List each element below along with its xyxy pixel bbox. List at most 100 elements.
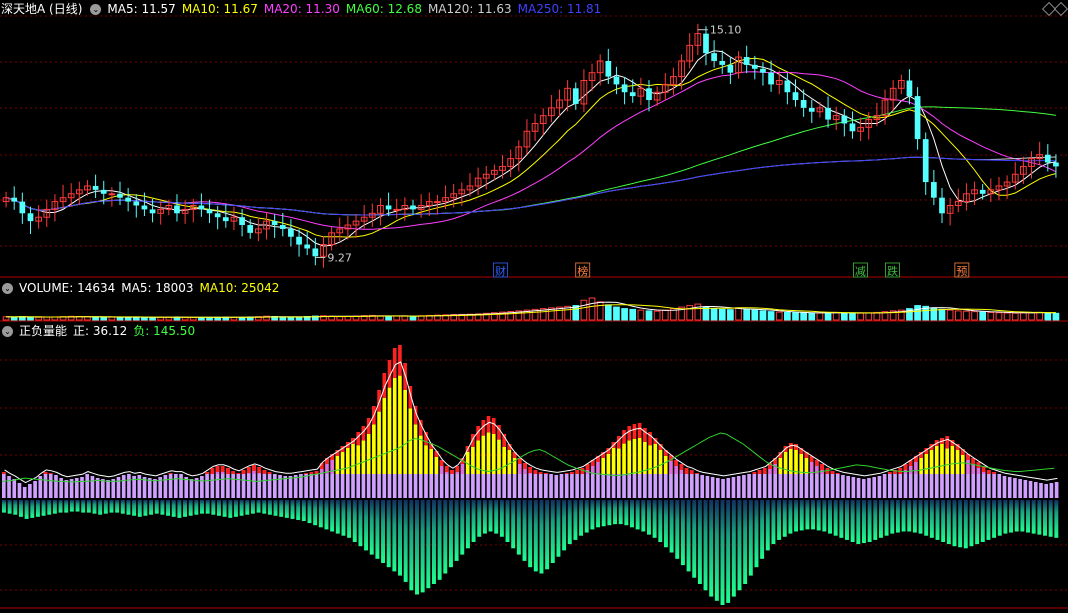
negative-bar [777, 500, 782, 540]
low-price-label: 9.27 [327, 251, 352, 264]
positive-base-bar [580, 474, 585, 498]
ma5-legend: MA5: 11.57 [107, 2, 176, 16]
negative-bar [929, 500, 934, 538]
negative-bar [607, 500, 612, 526]
positive-base-bar [236, 474, 241, 498]
stock-chart-canvas: 15.10 9.27 财 榜 减 跌 预 [0, 15, 1068, 609]
positive-base-bar [439, 474, 444, 498]
negative-bar [488, 500, 493, 532]
positive-mid-bar [643, 442, 647, 474]
positive-base-bar [491, 474, 496, 498]
negative-bar [324, 500, 329, 530]
volume-bar [987, 311, 995, 321]
negative-bar [290, 500, 295, 519]
positive-base-bar [252, 474, 256, 498]
candle-body [222, 217, 229, 222]
volume-bar [735, 307, 742, 321]
positive-base-bar [648, 474, 652, 498]
negative-bar [743, 500, 748, 584]
positive-base-bar [606, 474, 611, 498]
candle-body [141, 205, 148, 210]
positive-base-bar [293, 475, 298, 498]
negative-bar [115, 500, 120, 513]
positive-top-bar [257, 467, 262, 473]
positive-top-bar [241, 470, 246, 474]
candle-body [206, 209, 213, 214]
negative-bar [675, 500, 680, 559]
candle-body [906, 80, 913, 97]
negative-bar [624, 500, 629, 526]
negative-bar [330, 500, 335, 532]
positive-base-bar [919, 474, 923, 498]
negative-bar [941, 500, 946, 542]
negative-bar [901, 500, 906, 532]
candle-body [825, 107, 831, 120]
positive-base-bar [413, 474, 418, 498]
positive-base-bar [1018, 479, 1022, 498]
positive-top-bar [304, 473, 308, 474]
negative-bar [590, 500, 595, 530]
negative-bar [788, 500, 793, 534]
negative-bar [194, 500, 199, 515]
candle-body [296, 236, 302, 245]
candle-body [760, 68, 766, 73]
positive-base-bar [960, 474, 965, 498]
negative-bar [828, 500, 832, 534]
negative-bar [539, 500, 544, 574]
candle-body [784, 80, 791, 93]
volume-bar [100, 316, 108, 321]
positive-base-bar [481, 474, 486, 498]
negative-bar [431, 500, 436, 584]
positive-base-bar [528, 474, 533, 498]
positive-top-bar [439, 460, 444, 466]
volume-bar [385, 315, 392, 321]
volume-bar [43, 316, 51, 321]
candle-body [198, 205, 205, 210]
positive-base-bar [820, 474, 824, 498]
volume-bar [775, 311, 783, 321]
positive-base-bar [85, 474, 90, 498]
positive-base-bar [966, 474, 970, 498]
negative-bar [228, 500, 233, 518]
collapse-circle-icon[interactable]: ⌄ [2, 325, 13, 337]
candle-body [849, 123, 856, 132]
negative-bar [58, 500, 63, 513]
event-marker-label: 财 [495, 264, 506, 278]
negative-bar [482, 500, 487, 534]
volume-bar [604, 304, 612, 321]
negative-bar [969, 500, 974, 547]
positive-mid-bar [471, 446, 475, 474]
negative-bar [250, 500, 255, 514]
positive-mid-bar [382, 398, 387, 474]
positive-base-bar [517, 474, 522, 498]
negative-bar [709, 500, 714, 597]
negative-bar [166, 500, 171, 516]
positive-mid-bar [398, 375, 402, 474]
positive-top-bar [528, 467, 533, 473]
positive-top-bar [252, 465, 256, 471]
positive-base-bar [757, 474, 762, 498]
collapse-circle-icon[interactable]: ⌄ [90, 3, 102, 15]
positive-base-bar [356, 474, 361, 498]
volume-bar [393, 315, 401, 321]
positive-base-bar [674, 474, 678, 498]
negative-bar [86, 500, 91, 513]
positive-top-bar [835, 473, 840, 474]
positive-base-bar [137, 475, 142, 498]
negative-bar [103, 500, 108, 514]
negative-bar [494, 500, 499, 534]
positive-top-bar [168, 473, 173, 474]
volume-bar [824, 312, 832, 321]
negative-bar [499, 500, 504, 537]
positive-base-bar [788, 474, 793, 498]
negative-bar [52, 500, 57, 514]
volume-bar [613, 306, 620, 321]
positive-base-bar [955, 474, 960, 498]
positive-base-bar [153, 479, 157, 498]
collapse-circle-icon[interactable]: ⌄ [2, 282, 13, 294]
negative-bar [426, 500, 431, 589]
negative-bar [703, 500, 708, 591]
negative-bar [771, 500, 776, 545]
negative-bar [460, 500, 465, 555]
positive-base-bar [856, 478, 861, 498]
